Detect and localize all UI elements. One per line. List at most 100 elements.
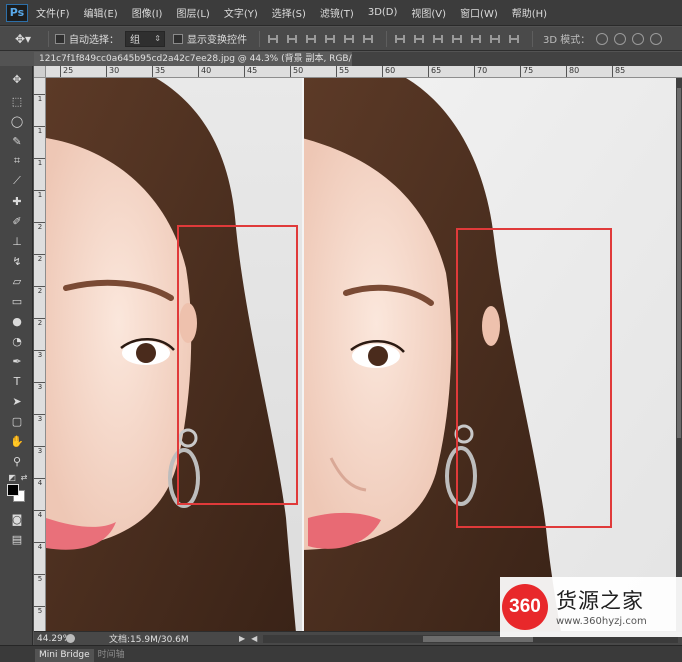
dodge-tool-icon[interactable]: ◔ <box>9 334 25 348</box>
history-brush-tool-icon[interactable]: ↯ <box>9 254 25 268</box>
ruler-tick-label: 80 <box>566 66 579 77</box>
ruler-tick-label: 85 <box>612 66 625 77</box>
align-right-icon[interactable] <box>361 32 375 46</box>
eraser-tool-icon[interactable]: ▱ <box>9 274 25 288</box>
scroll-left-arrow-icon[interactable]: ◀ <box>251 634 257 643</box>
auto-select-checkbox[interactable] <box>55 33 65 44</box>
crop-tool-icon[interactable]: ⌗ <box>9 154 25 168</box>
pen-tool-icon[interactable]: ✒ <box>9 354 25 368</box>
align-hcenter-icon[interactable] <box>342 32 356 46</box>
screen-mode-icon[interactable]: ▤ <box>9 532 25 546</box>
vertical-scroll-thumb[interactable] <box>677 88 681 438</box>
ruler-tick-label: 1 <box>34 190 45 199</box>
ruler-tick-label: 60 <box>382 66 395 77</box>
quick-select-tool-icon[interactable]: ✎ <box>9 134 25 148</box>
brush-tool-icon[interactable]: ✐ <box>9 214 25 228</box>
distribute-vcenter-icon[interactable] <box>412 32 426 46</box>
ruler-origin[interactable] <box>34 66 46 78</box>
healing-brush-tool-icon[interactable]: ✚ <box>9 194 25 208</box>
ruler-tick-label: 55 <box>336 66 349 77</box>
align-bottom-icon[interactable] <box>304 32 318 46</box>
move-tool-icon[interactable]: ✥ <box>9 72 25 86</box>
distribute-bottom-icon[interactable] <box>431 32 445 46</box>
bottom-panel-bar: Mini Bridge 时间轴 <box>0 645 682 662</box>
menu-help[interactable]: 帮助(H) <box>512 5 547 20</box>
tab-timeline[interactable]: 时间轴 <box>94 649 129 662</box>
auto-select-value: 组 <box>130 35 140 46</box>
distribute-top-icon[interactable] <box>393 32 407 46</box>
distribute-left-icon[interactable] <box>450 32 464 46</box>
path-select-tool-icon[interactable]: ➤ <box>9 394 25 408</box>
align-vcenter-icon[interactable] <box>285 32 299 46</box>
status-menu-arrow-icon[interactable]: ▶ <box>239 634 245 643</box>
auto-align-icon[interactable] <box>507 32 521 46</box>
watermark: 360 货源之家 www.360hyzj.com <box>500 577 682 637</box>
3d-roll-icon[interactable] <box>614 32 627 45</box>
menu-edit[interactable]: 编辑(E) <box>84 5 118 20</box>
show-transform-checkbox[interactable] <box>173 33 183 44</box>
divider <box>532 30 533 47</box>
options-bar: ✥▾ 自动选择： 组 ⇕ 显示变换控件 3D 模式： <box>0 27 682 51</box>
menu-view[interactable]: 视图(V) <box>411 5 446 20</box>
move-tool-preset-icon[interactable]: ✥▾ <box>4 30 42 48</box>
menu-3d[interactable]: 3D(D) <box>368 7 398 18</box>
shape-tool-icon[interactable]: ▢ <box>9 414 25 428</box>
3d-mode-label: 3D 模式： <box>543 35 591 46</box>
auto-select-dropdown[interactable]: 组 ⇕ <box>125 30 165 47</box>
watermark-name: 货源之家 <box>556 588 644 613</box>
watermark-text: 货源之家 www.360hyzj.com <box>556 588 647 627</box>
3d-slide-icon[interactable] <box>650 32 663 45</box>
vertical-scrollbar[interactable] <box>676 78 682 631</box>
document-tab[interactable]: 121c7f1f849cc0a645b95cd2a42c7ee28.jpg @ … <box>34 52 352 66</box>
align-top-icon[interactable] <box>266 32 280 46</box>
ruler-tick-label: 2 <box>34 254 45 263</box>
3d-rotate-icon[interactable] <box>596 32 609 45</box>
vertical-ruler: 1 1 1 1 2 2 2 2 3 3 3 3 4 4 4 5 5 <box>34 78 46 631</box>
menu-window[interactable]: 窗口(W) <box>460 5 498 20</box>
foreground-color-swatch[interactable] <box>7 484 19 496</box>
menu-type[interactable]: 文字(Y) <box>224 5 258 20</box>
swap-colors-icon[interactable]: ⇄ <box>16 470 32 484</box>
distribute-hcenter-icon[interactable] <box>469 32 483 46</box>
ruler-tick-label: 2 <box>34 318 45 327</box>
status-info-icon[interactable] <box>66 634 75 643</box>
right-ear <box>482 306 500 346</box>
quick-mask-icon[interactable]: ◙ <box>9 512 25 526</box>
right-eye-iris <box>368 346 388 366</box>
ruler-tick-label: 3 <box>34 382 45 391</box>
menu-layer[interactable]: 图层(L) <box>176 5 209 20</box>
align-left-icon[interactable] <box>323 32 337 46</box>
distribute-right-icon[interactable] <box>488 32 502 46</box>
show-transform-label: 显示变换控件 <box>187 35 247 46</box>
tab-mini-bridge[interactable]: Mini Bridge <box>35 649 94 662</box>
canvas-image <box>46 78 676 631</box>
document-tab-bar: 121c7f1f849cc0a645b95cd2a42c7ee28.jpg @ … <box>34 52 682 66</box>
ruler-tick-label: 40 <box>198 66 211 77</box>
type-tool-icon[interactable]: T <box>9 374 25 388</box>
zoom-level[interactable]: 44.29% <box>34 634 71 644</box>
tools-panel: ✥ ⬚ ◯ ✎ ⌗ ⟋ ✚ ✐ ⊥ ↯ ▱ ▭ ● ◔ ✒ T ➤ ▢ ✋ ⚲ … <box>0 66 33 646</box>
watermark-logo: 360 <box>502 584 548 630</box>
ruler-tick-label: 25 <box>60 66 73 77</box>
horizontal-ruler: 25 30 35 40 45 50 55 60 65 70 75 80 85 <box>46 66 682 78</box>
menu-file[interactable]: 文件(F) <box>36 5 70 20</box>
menu-filter[interactable]: 滤镜(T) <box>320 5 354 20</box>
document-canvas[interactable] <box>46 78 676 631</box>
eyedropper-tool-icon[interactable]: ⟋ <box>9 174 25 188</box>
ruler-tick-label: 4 <box>34 510 45 519</box>
3d-pan-icon[interactable] <box>632 32 645 45</box>
menu-image[interactable]: 图像(I) <box>132 5 163 20</box>
divider <box>386 30 387 47</box>
ruler-tick-label: 70 <box>474 66 487 77</box>
blur-tool-icon[interactable]: ● <box>9 314 25 328</box>
hand-tool-icon[interactable]: ✋ <box>9 434 25 448</box>
zoom-tool-icon[interactable]: ⚲ <box>9 454 25 468</box>
lasso-tool-icon[interactable]: ◯ <box>9 114 25 128</box>
watermark-url: www.360hyzj.com <box>556 615 647 627</box>
ruler-tick-label: 75 <box>520 66 533 77</box>
menu-select[interactable]: 选择(S) <box>272 5 306 20</box>
ruler-tick-label: 30 <box>106 66 119 77</box>
clone-stamp-tool-icon[interactable]: ⊥ <box>9 234 25 248</box>
marquee-tool-icon[interactable]: ⬚ <box>9 94 25 108</box>
gradient-tool-icon[interactable]: ▭ <box>9 294 25 308</box>
